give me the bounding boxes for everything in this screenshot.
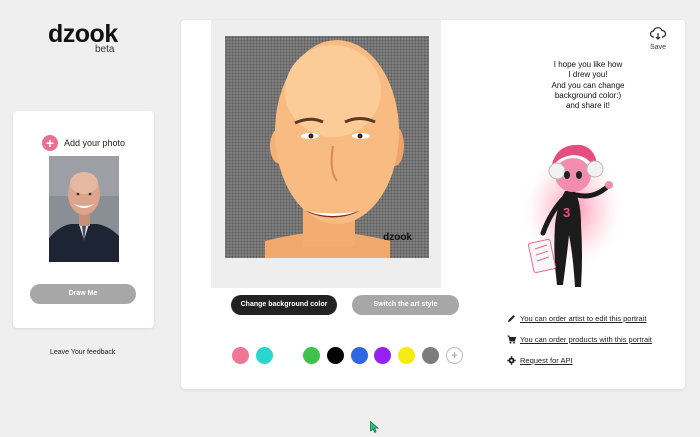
swatch-black[interactable]: [327, 347, 344, 364]
order-artist-link[interactable]: You can order artist to edit this portra…: [507, 314, 646, 323]
upload-card: + Add your photo Draw Me: [13, 111, 154, 328]
message-line: I drew you!: [568, 70, 608, 80]
character-badge: 3: [563, 205, 570, 220]
gear-icon: [507, 356, 516, 365]
message-line: I hope you like how: [553, 60, 623, 69]
change-background-button[interactable]: Change background color: [231, 295, 337, 315]
switch-style-button[interactable]: Switch the art style: [352, 295, 459, 315]
swatch-blue[interactable]: [351, 347, 368, 364]
message-line: and share it!: [565, 101, 611, 111]
add-photo-label: Add your photo: [64, 138, 126, 148]
swatch-gray[interactable]: [422, 347, 439, 364]
result-card: dzook Change background color Switch the…: [181, 20, 685, 389]
save-label: Save: [650, 44, 666, 51]
order-artist-link-text: You can order artist to edit this portra…: [520, 314, 647, 323]
request-api-link-text: Request for API: [520, 356, 573, 365]
mascot-character: 3: [511, 115, 661, 295]
download-cloud-icon: [649, 27, 667, 40]
artist-message: I hope you like how I drew you! And you …: [521, 60, 655, 111]
request-api-link[interactable]: Request for API: [507, 356, 573, 365]
add-photo-button[interactable]: + Add your photo: [42, 135, 125, 151]
pencil-icon: [508, 315, 515, 322]
brand-logo[interactable]: dzook beta: [48, 22, 118, 56]
swatch-pink[interactable]: [232, 347, 249, 364]
swatch-teal[interactable]: [256, 347, 273, 364]
order-products-link[interactable]: You can order products with this portrai…: [507, 335, 652, 344]
swatch-purple[interactable]: [374, 347, 391, 364]
save-button[interactable]: Save: [647, 27, 669, 51]
swatch-green[interactable]: [303, 347, 320, 364]
portrait-image: dzook: [225, 36, 429, 258]
message-line: And you can change: [551, 80, 625, 90]
swatch-white[interactable]: [280, 347, 297, 364]
feedback-link[interactable]: Leave Your feedback: [50, 349, 115, 356]
brand-tag: beta: [95, 44, 115, 55]
plus-icon: +: [42, 135, 58, 151]
cart-icon: [507, 335, 516, 344]
add-color-button[interactable]: +: [446, 347, 463, 364]
portrait-frame: dzook: [211, 20, 441, 288]
swatch-yellow[interactable]: [398, 347, 415, 364]
message-line: background color:): [554, 90, 622, 100]
draw-me-button[interactable]: Draw Me: [30, 284, 136, 304]
uploaded-photo: [49, 156, 119, 262]
mouse-cursor-icon: [370, 421, 379, 433]
order-products-link-text: You can order products with this portrai…: [520, 335, 652, 344]
portrait-watermark: dzook: [383, 232, 412, 243]
